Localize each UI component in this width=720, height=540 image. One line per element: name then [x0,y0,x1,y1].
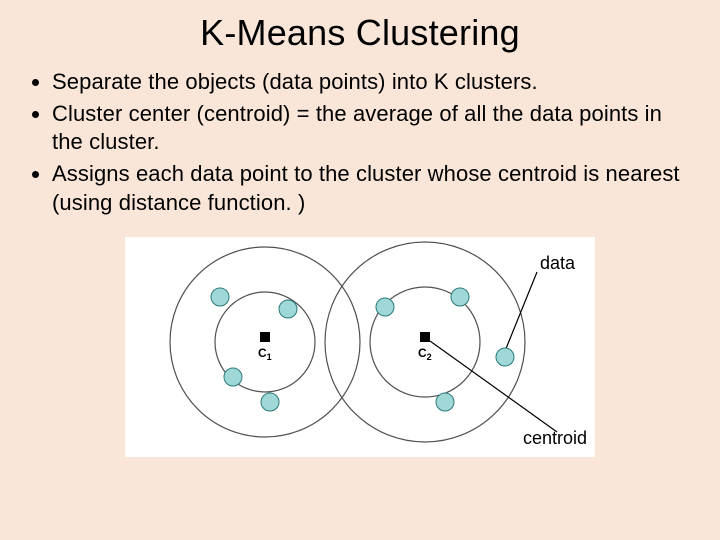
annotation-line [430,341,557,432]
centroid-label: C1 [258,346,272,362]
centroid-label: C2 [418,346,432,362]
data-point [224,368,242,386]
bullet-item: Assigns each data point to the cluster w… [52,160,698,216]
data-point [279,300,297,318]
annotation-line [505,272,537,351]
label-data: data [540,253,576,273]
bullet-item: Cluster center (centroid) = the average … [52,100,698,156]
kmeans-svg: C1 C2 data centroid [125,237,595,457]
centroid-marker [260,332,270,342]
label-centroid: centroid [523,428,587,448]
centroid-marker [420,332,430,342]
bullet-item: Separate the objects (data points) into … [52,68,698,96]
data-point [451,288,469,306]
slide-title: K-Means Clustering [22,12,698,54]
figure-container: C1 C2 data centroid [22,237,698,457]
data-point [496,348,514,366]
bullet-list: Separate the objects (data points) into … [28,68,698,217]
kmeans-figure: C1 C2 data centroid [125,237,595,457]
data-point [436,393,454,411]
slide: K-Means Clustering Separate the objects … [0,0,720,540]
data-point [261,393,279,411]
data-point [376,298,394,316]
data-point [211,288,229,306]
